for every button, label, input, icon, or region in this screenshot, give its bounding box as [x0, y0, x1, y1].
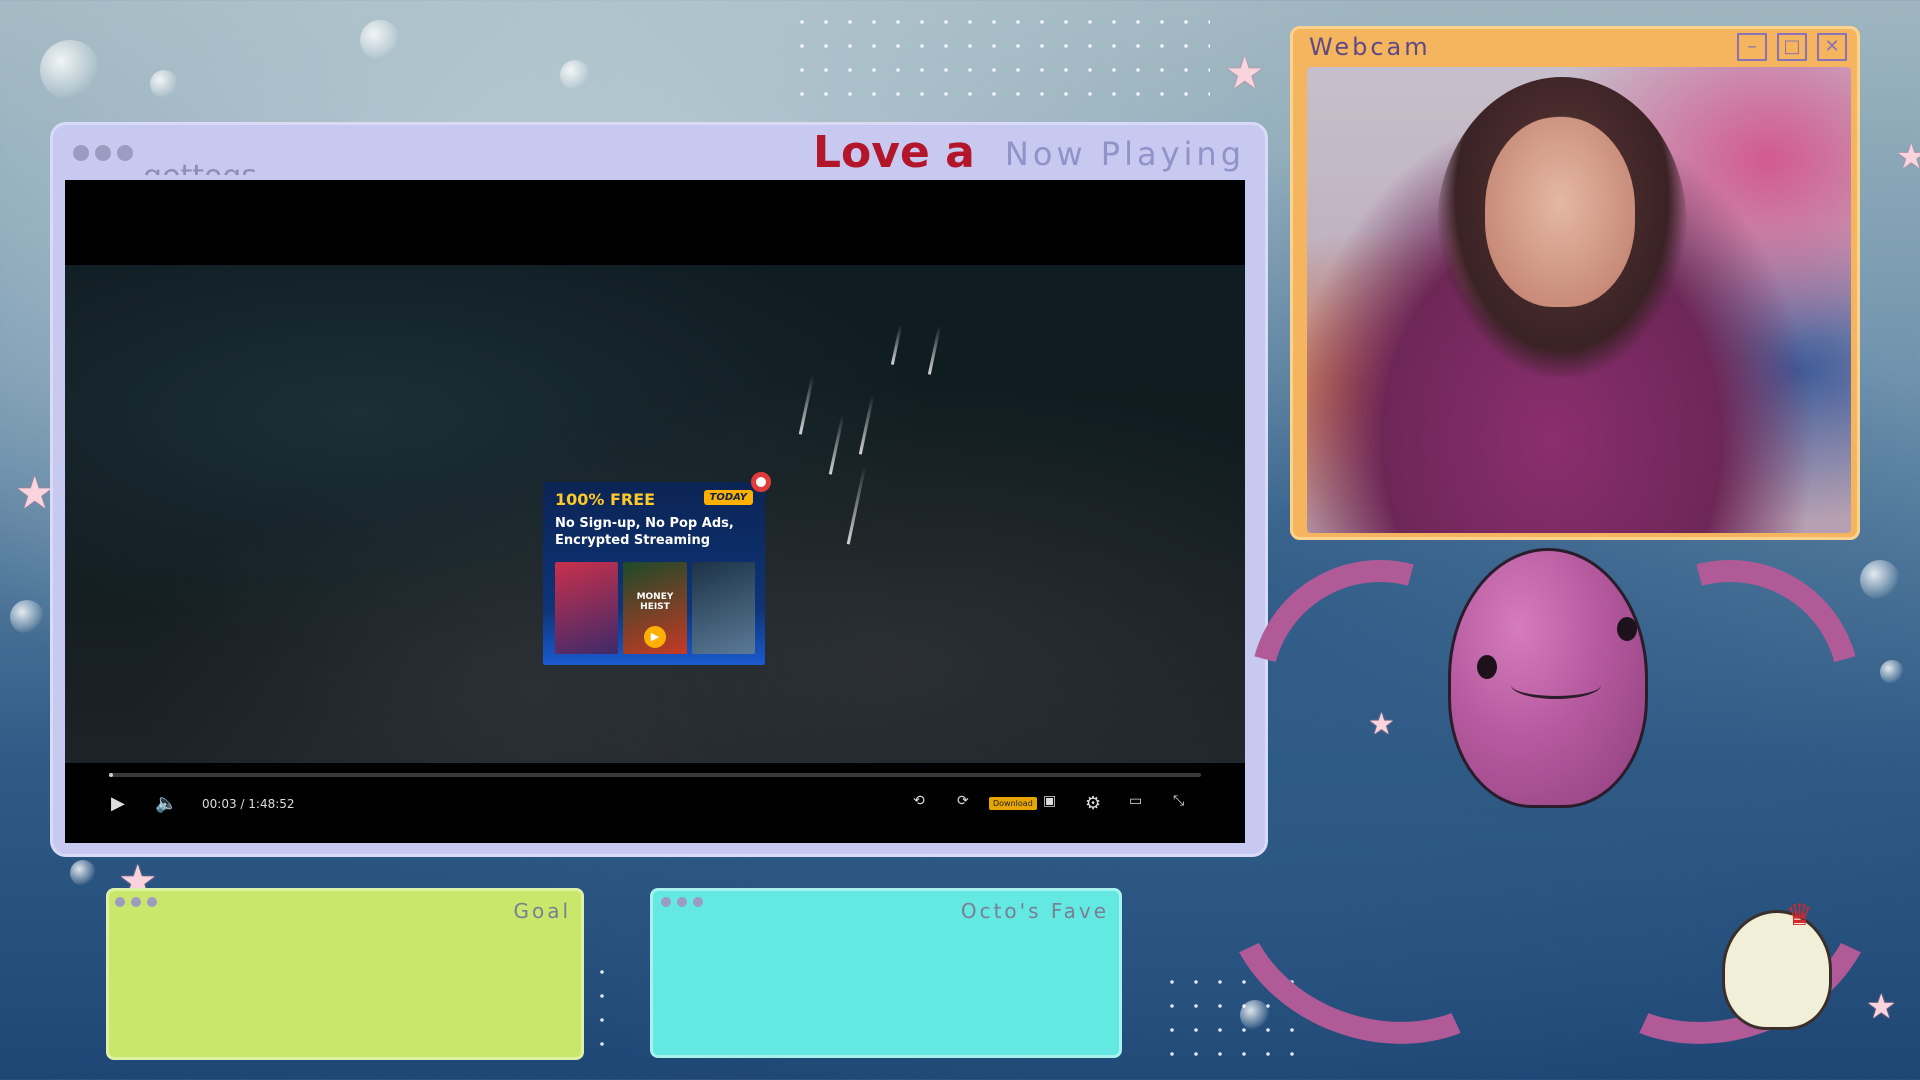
window-dot	[117, 145, 133, 161]
webcam-title: Webcam	[1309, 33, 1431, 61]
octos-fave-panel: Octo's Fave	[650, 888, 1122, 1058]
webcam-window: Webcam – □ ✕	[1290, 26, 1860, 540]
octopus-mascot	[1448, 548, 1648, 808]
window-dots	[73, 145, 133, 161]
minimize-icon[interactable]: –	[1737, 33, 1767, 61]
window-dot	[73, 145, 89, 161]
marquee-text: Love a	[813, 127, 975, 178]
window-dot	[661, 897, 671, 907]
goal-panel: Goal	[106, 888, 584, 1060]
now-playing-title: Now Playing	[1004, 135, 1245, 173]
octopus-eye	[1617, 617, 1637, 641]
webcam-person-face	[1485, 117, 1635, 307]
duration: 1:48:52	[248, 797, 295, 811]
dot-pattern	[790, 10, 1210, 110]
ad-poster-label: MONEY HEIST	[636, 592, 674, 612]
captions-icon[interactable]: ▣	[1043, 793, 1056, 809]
ad-close-icon[interactable]	[751, 472, 771, 492]
now-playing-window: gettogs Love a Now Playing 100% FREE TOD…	[50, 122, 1268, 857]
webcam-feed	[1307, 67, 1851, 533]
time-display: 00:03 / 1:48:52	[202, 797, 295, 811]
window-dots	[661, 897, 703, 907]
meteor-streak	[858, 395, 875, 455]
star-icon: ★	[1896, 137, 1920, 177]
rain-drop	[360, 20, 400, 60]
rain-drop	[560, 60, 590, 90]
play-icon[interactable]: ▶	[111, 793, 125, 814]
player-controls: ▶ 🔈 00:03 / 1:48:52 ⟲ ⟳ Download ▣ ⚙ ▭ ⤡	[65, 763, 1245, 843]
dot-pattern	[590, 960, 620, 1050]
rain-drop	[150, 70, 178, 98]
window-buttons: – □ ✕	[1737, 33, 1847, 61]
window-dot	[147, 897, 157, 907]
rain-drop	[10, 600, 44, 634]
meteor-streak	[798, 375, 815, 435]
time-separator: /	[240, 797, 245, 811]
close-icon[interactable]: ✕	[1817, 33, 1847, 61]
window-dots	[115, 897, 157, 907]
ad-posters: MONEY HEIST ▶	[555, 562, 755, 654]
chicken-icon	[1722, 910, 1832, 1030]
star-icon: ★	[15, 468, 55, 519]
star-icon: ★	[1225, 48, 1265, 99]
goal-title: Goal	[513, 899, 571, 923]
meteor-streak	[927, 325, 942, 375]
ad-poster	[691, 562, 755, 654]
chicken-comb-icon: ♛	[1786, 898, 1813, 933]
marquee-ghost-text: gettogs	[143, 159, 257, 175]
window-dot	[131, 897, 141, 907]
ad-brand-badge: TODAY	[703, 490, 753, 505]
video-player[interactable]: 100% FREE TODAY No Sign-up, No Pop Ads, …	[65, 180, 1245, 843]
octopus-mouth	[1511, 671, 1601, 699]
meteor-streak	[890, 325, 903, 365]
meteor-streak	[846, 465, 867, 545]
meteor-streak	[828, 415, 845, 475]
ad-overlay[interactable]: 100% FREE TODAY No Sign-up, No Pop Ads, …	[543, 472, 771, 665]
ad-poster: MONEY HEIST ▶	[623, 562, 687, 654]
star-icon: ★	[1866, 987, 1897, 1027]
rain-drop	[1860, 560, 1900, 600]
progress-fill	[109, 773, 113, 777]
picture-in-picture-icon[interactable]: ▭	[1129, 793, 1142, 809]
forward-10-icon[interactable]: ⟳	[957, 793, 969, 809]
rain-drop	[70, 860, 96, 886]
octopus-eye	[1477, 655, 1497, 679]
rewind-10-icon[interactable]: ⟲	[913, 793, 925, 809]
window-dot	[693, 897, 703, 907]
octos-fave-title: Octo's Fave	[960, 899, 1109, 923]
progress-bar[interactable]	[109, 773, 1201, 777]
rain-drop	[1880, 660, 1904, 684]
ad-poster	[555, 562, 619, 654]
window-dot	[677, 897, 687, 907]
rain-drop	[40, 40, 100, 100]
maximize-icon[interactable]: □	[1777, 33, 1807, 61]
volume-icon[interactable]: 🔈	[155, 793, 177, 814]
current-time: 00:03	[202, 797, 237, 811]
window-dot	[115, 897, 125, 907]
download-button[interactable]: Download	[989, 797, 1037, 810]
play-icon: ▶	[643, 626, 666, 648]
ad-headline: 100% FREE	[555, 490, 656, 509]
ad-body: No Sign-up, No Pop Ads, Encrypted Stream…	[555, 516, 734, 548]
window-dot	[95, 145, 111, 161]
fullscreen-icon[interactable]: ⤡	[1173, 793, 1184, 809]
settings-icon[interactable]: ⚙	[1085, 793, 1101, 814]
